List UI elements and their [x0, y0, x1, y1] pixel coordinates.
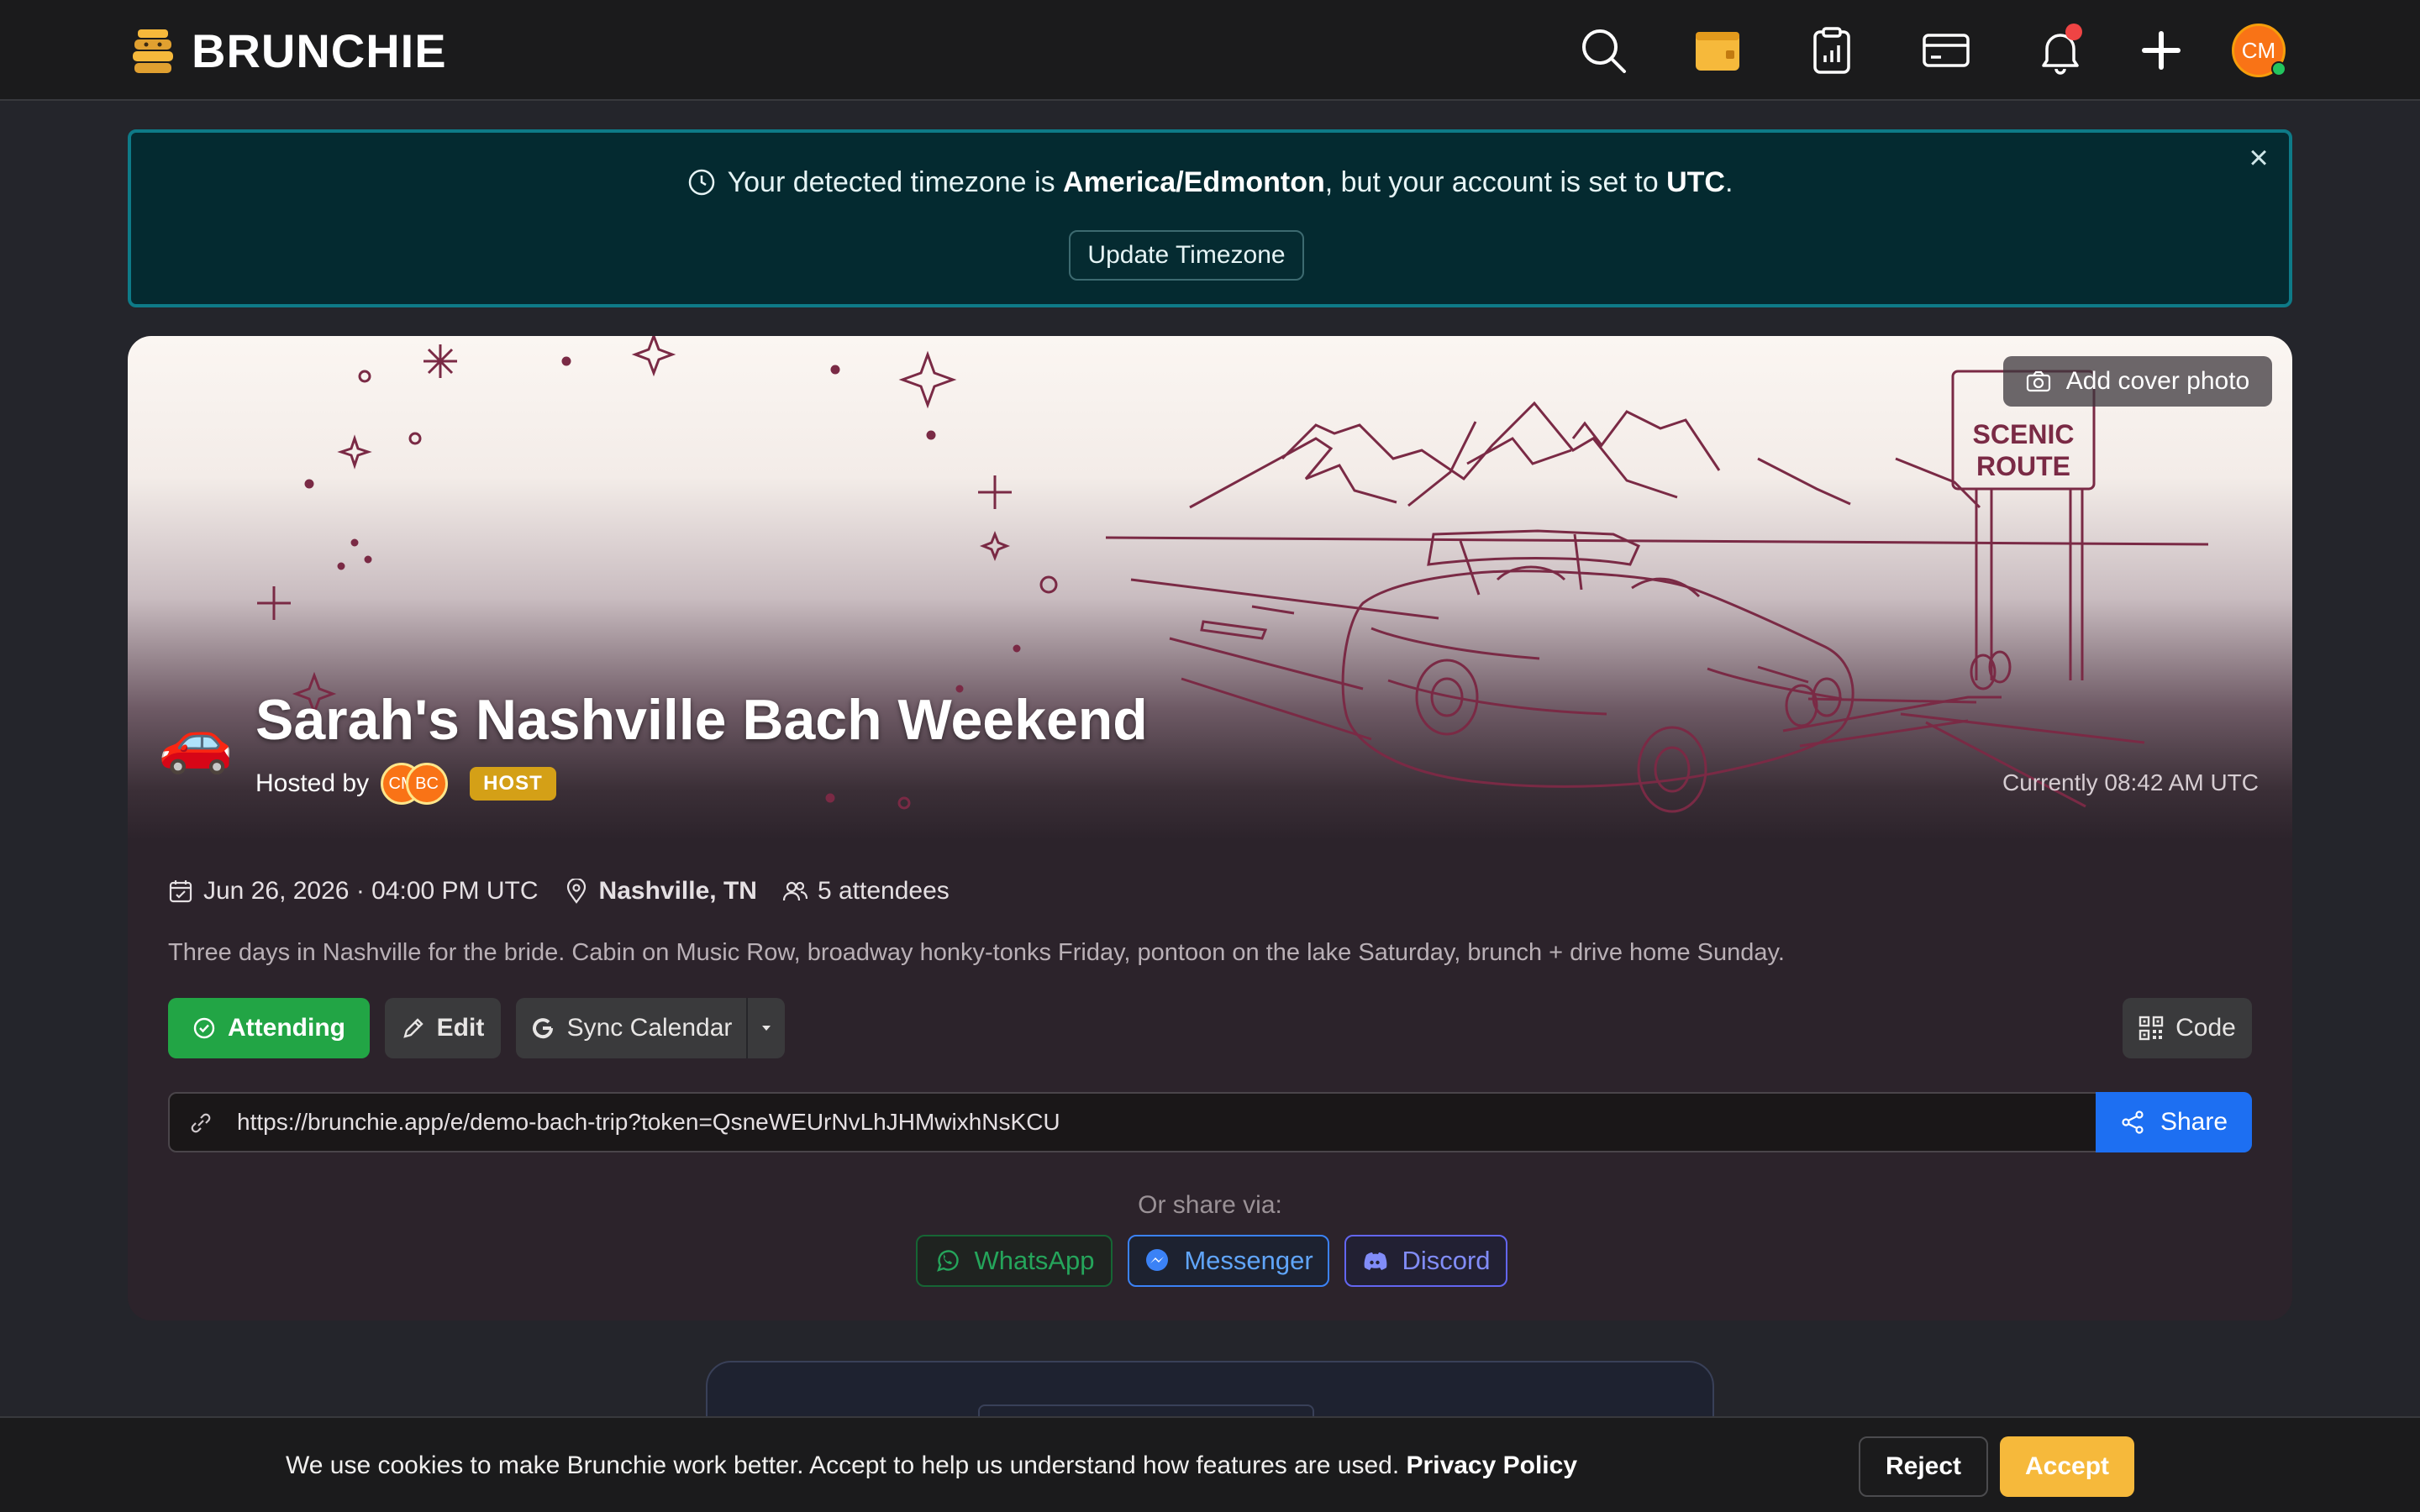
- sign-text-route: ROUTE: [1976, 451, 2070, 481]
- car-emoji-icon: 🚗: [158, 708, 234, 775]
- discord-label: Discord: [1402, 1246, 1491, 1275]
- event-description: Three days in Nashville for the bride. C…: [168, 939, 1785, 966]
- hosted-by-label: Hosted by: [255, 769, 370, 797]
- check-circle-icon: [193, 1017, 215, 1039]
- tz-text-prefix: Your detected timezone is: [727, 166, 1064, 198]
- code-label: Code: [2175, 1014, 2236, 1042]
- accept-cookies-button[interactable]: Accept: [2000, 1436, 2134, 1497]
- search-icon: [1582, 29, 1626, 73]
- share-label: Share: [2160, 1108, 2228, 1136]
- tz-text-suffix: .: [1724, 166, 1733, 198]
- privacy-policy-link[interactable]: Privacy Policy: [1407, 1452, 1577, 1479]
- share-channels: WhatsApp Messenger Discord: [916, 1235, 1507, 1287]
- notifications-button[interactable]: [2032, 22, 2089, 79]
- event-location-text: Nashville, TN: [598, 877, 757, 905]
- link-icon: [191, 1113, 211, 1133]
- event-meta: Jun 26, 2026 · 04:00 PM UTC Nashville, T…: [168, 877, 950, 906]
- host-avatars[interactable]: CM BC: [381, 763, 449, 805]
- payments-button[interactable]: [1918, 22, 1975, 79]
- brand[interactable]: BRUNCHIE: [131, 24, 447, 78]
- or-share-label: Or share via:: [1138, 1191, 1282, 1219]
- add-cover-photo-button[interactable]: Add cover photo: [2003, 356, 2272, 407]
- top-navbar: BRUNCHIE CM: [0, 0, 2420, 101]
- event-attendees[interactable]: 5 attendees: [782, 877, 950, 906]
- messenger-icon: [1146, 1249, 1169, 1271]
- brunchie-logo-icon: [133, 29, 173, 73]
- pencil-icon: [402, 1018, 424, 1038]
- google-icon: [532, 1018, 553, 1039]
- sync-calendar-label: Sync Calendar: [566, 1014, 733, 1042]
- attending-label: Attending: [228, 1014, 345, 1042]
- whatsapp-label: WhatsApp: [974, 1246, 1095, 1275]
- event-attendees-text: 5 attendees: [817, 877, 950, 905]
- brand-name: BRUNCHIE: [192, 24, 447, 77]
- notification-dot: [2065, 24, 2082, 40]
- edit-button[interactable]: Edit: [385, 998, 501, 1058]
- qr-code-button[interactable]: Code: [2123, 998, 2252, 1058]
- share-link-field[interactable]: https://brunchie.app/e/demo-bach-trip?to…: [168, 1092, 2252, 1152]
- search-button[interactable]: [1575, 22, 1632, 79]
- event-date-text: Jun 26, 2026 · 04:00 PM UTC: [203, 877, 539, 905]
- clock-icon: [688, 169, 714, 196]
- update-timezone-button[interactable]: Update Timezone: [1069, 230, 1304, 281]
- sign-text-scenic: SCENIC: [1973, 419, 2075, 449]
- cookie-text: We use cookies to make Brunchie work bet…: [286, 1452, 1407, 1479]
- avatar-initials: CM: [2241, 37, 2276, 63]
- event-hero: SCENIC ROUTE Add cover photo 🚗 Sarah's N…: [128, 336, 2292, 840]
- credit-card-icon: [1923, 34, 1970, 67]
- event-location[interactable]: Nashville, TN: [564, 877, 757, 906]
- online-status-dot: [2271, 61, 2286, 76]
- cookie-message: We use cookies to make Brunchie work bet…: [286, 1452, 1577, 1480]
- messenger-share-button[interactable]: Messenger: [1128, 1235, 1329, 1287]
- sync-dropdown-toggle[interactable]: [746, 998, 785, 1058]
- event-actions: Attending Edit Sync Calendar: [168, 998, 785, 1058]
- host-avatar[interactable]: BC: [406, 763, 449, 805]
- event-card: SCENIC ROUTE Add cover photo 🚗 Sarah's N…: [128, 336, 2292, 1320]
- calendar-check-icon: [169, 880, 192, 903]
- share-icon: [2122, 1110, 2144, 1134]
- sync-calendar-button[interactable]: Sync Calendar: [516, 998, 785, 1058]
- calendar-button[interactable]: [1689, 22, 1746, 79]
- discord-icon: [1365, 1252, 1387, 1270]
- clipboard-chart-icon: [1813, 27, 1850, 74]
- map-pin-icon: [566, 879, 586, 904]
- messenger-label: Messenger: [1184, 1246, 1313, 1275]
- calendar-icon: [1696, 32, 1739, 71]
- attending-button[interactable]: Attending: [168, 998, 370, 1058]
- caret-down-icon: [762, 1026, 771, 1031]
- reports-button[interactable]: [1803, 22, 1860, 79]
- whatsapp-icon: [937, 1250, 960, 1272]
- account-timezone: UTC: [1666, 166, 1725, 198]
- share-button[interactable]: Share: [2096, 1092, 2252, 1152]
- whatsapp-share-button[interactable]: WhatsApp: [916, 1235, 1113, 1287]
- user-avatar[interactable]: CM: [2232, 24, 2286, 77]
- qr-code-icon: [2139, 1016, 2164, 1041]
- timezone-banner: Your detected timezone is America/Edmont…: [128, 129, 2292, 307]
- users-icon: [782, 881, 808, 901]
- event-date: Jun 26, 2026 · 04:00 PM UTC: [168, 877, 539, 906]
- reject-cookies-button[interactable]: Reject: [1859, 1436, 1988, 1497]
- tz-text-middle: , but your account is set to: [1324, 166, 1667, 198]
- share-url[interactable]: https://brunchie.app/e/demo-bach-trip?to…: [237, 1109, 1060, 1136]
- create-button[interactable]: [2133, 22, 2190, 79]
- add-cover-photo-label: Add cover photo: [2065, 367, 2250, 395]
- current-time: Currently 08:42 AM UTC: [2002, 769, 2259, 795]
- camera-icon: [2026, 370, 2050, 392]
- event-title: Sarah's Nashville Bach Weekend: [255, 688, 1148, 752]
- close-icon[interactable]: ×: [2242, 141, 2275, 175]
- hosted-by: Hosted by CM BC HOST: [255, 763, 556, 805]
- discord-share-button[interactable]: Discord: [1344, 1235, 1507, 1287]
- plus-icon: [2142, 31, 2181, 70]
- host-badge: HOST: [470, 767, 556, 801]
- timezone-message: Your detected timezone is America/Edmont…: [131, 166, 2289, 199]
- cookie-consent-bar: We use cookies to make Brunchie work bet…: [0, 1416, 2420, 1512]
- detected-timezone: America/Edmonton: [1063, 166, 1325, 198]
- edit-label: Edit: [436, 1014, 485, 1042]
